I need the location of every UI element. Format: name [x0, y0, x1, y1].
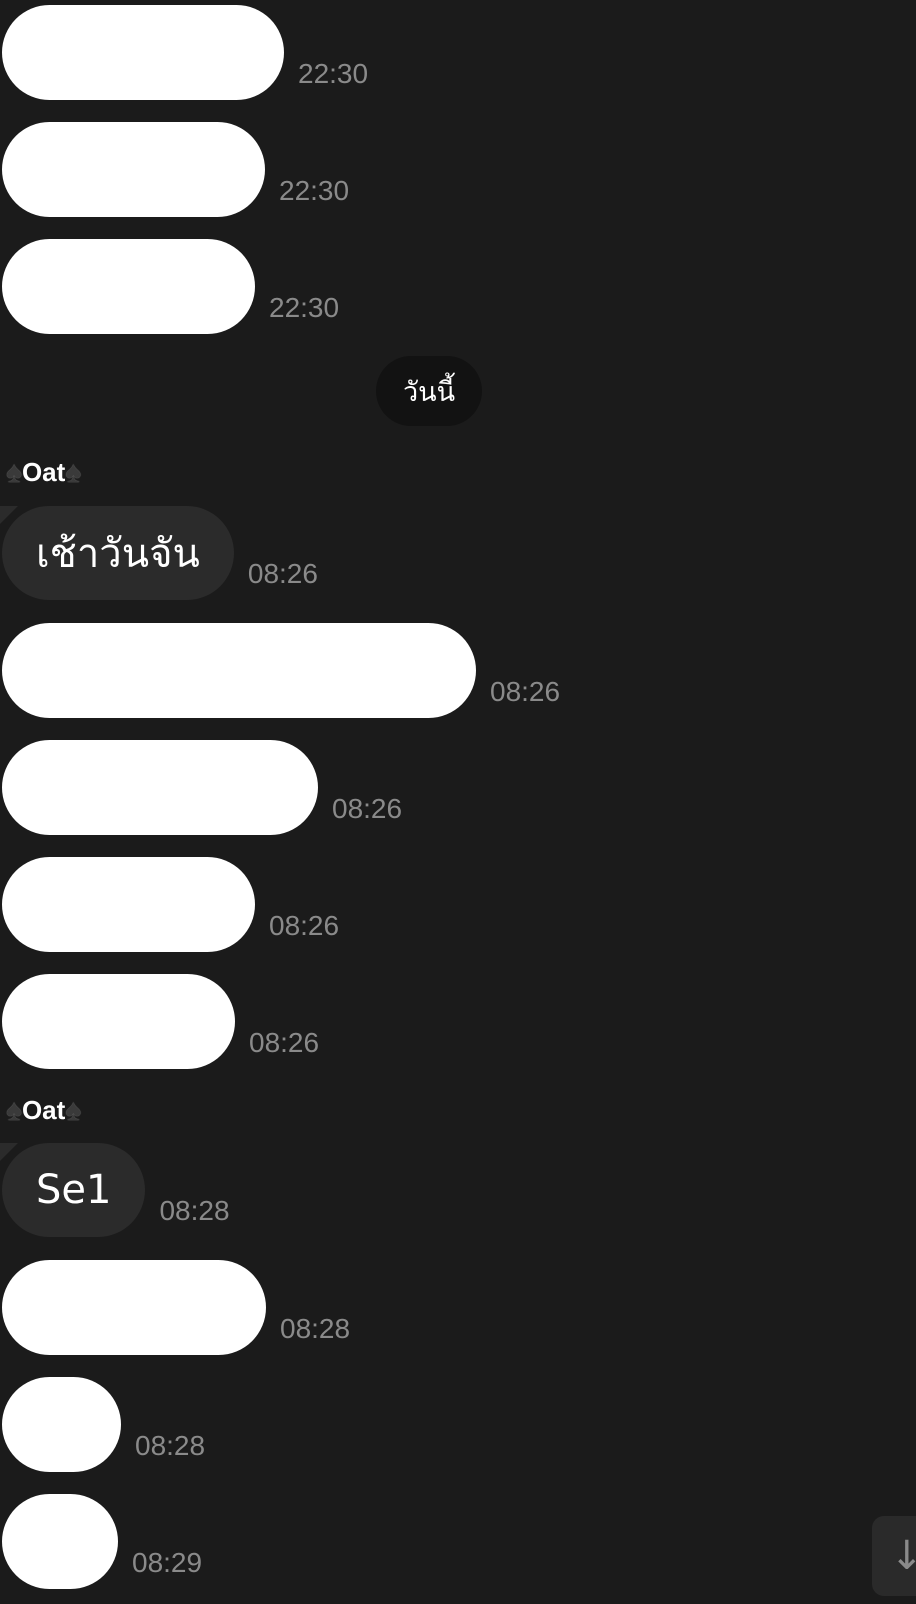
spade-icon: ♠ [6, 1093, 22, 1127]
message-row: 08:28 [2, 1377, 205, 1472]
message-timestamp: 08:28 [159, 1195, 230, 1226]
message-timestamp: 08:28 [135, 1430, 206, 1461]
incoming-message-bubble[interactable]: Se1 [0, 1143, 146, 1237]
redacted-message-bubble[interactable] [2, 1377, 121, 1472]
redacted-message-bubble[interactable] [2, 122, 265, 217]
bubble-tail [0, 1143, 18, 1161]
message-row: 22:30 [2, 5, 368, 100]
message-row: 22:30 [2, 239, 339, 334]
message-timestamp: 08:26 [249, 1027, 320, 1058]
message-row: เช้าวันจัน 08:26 [0, 506, 318, 600]
scroll-to-bottom-button[interactable]: ↓ [872, 1516, 916, 1596]
message-row: 08:26 [2, 623, 560, 718]
message-timestamp: 08:29 [132, 1547, 203, 1578]
redacted-message-bubble[interactable] [2, 974, 235, 1069]
message-text: Se1 [36, 1167, 112, 1213]
redacted-message-bubble[interactable] [2, 623, 476, 718]
redacted-message-bubble[interactable] [2, 239, 255, 334]
redacted-message-bubble[interactable] [2, 5, 284, 100]
spade-icon: ♠ [65, 455, 82, 489]
arrow-down-icon: ↓ [890, 1533, 916, 1579]
spade-icon: ♠ [65, 1093, 82, 1127]
message-timestamp: 22:30 [269, 292, 340, 323]
message-timestamp: 08:26 [269, 910, 340, 941]
redacted-message-bubble[interactable] [2, 740, 318, 835]
message-timestamp: 08:28 [280, 1313, 351, 1344]
sender-name-label: Oat [21, 457, 66, 487]
message-timestamp: 22:30 [298, 58, 369, 89]
sender-name: ♠ Oat ♠ [6, 457, 81, 488]
bubble-tail [0, 506, 18, 524]
sender-name: ♠ Oat ♠ [6, 1095, 81, 1126]
message-text: เช้าวันจัน [36, 531, 200, 577]
spade-icon: ♠ [6, 455, 22, 489]
incoming-message-bubble[interactable]: เช้าวันจัน [0, 506, 234, 600]
message-row: 22:30 [2, 122, 349, 217]
message-row: 08:26 [2, 974, 319, 1069]
date-divider: วันนี้ [376, 356, 482, 426]
message-row: Se1 08:28 [0, 1143, 230, 1237]
redacted-message-bubble[interactable] [2, 1494, 118, 1589]
message-timestamp: 08:26 [247, 558, 318, 589]
message-timestamp: 08:26 [490, 676, 561, 707]
message-timestamp: 08:26 [332, 793, 403, 824]
message-row: 08:26 [2, 857, 339, 952]
message-row: 08:28 [2, 1260, 350, 1355]
message-row: 08:26 [2, 740, 402, 835]
message-timestamp: 22:30 [279, 175, 350, 206]
sender-name-label: Oat [21, 1095, 66, 1125]
chat-view: 22:30 22:30 22:30 วันนี้ ♠ Oat ♠ เช้าวัน… [0, 0, 916, 1604]
message-row: 08:29 [2, 1494, 202, 1589]
redacted-message-bubble[interactable] [2, 1260, 266, 1355]
redacted-message-bubble[interactable] [2, 857, 255, 952]
